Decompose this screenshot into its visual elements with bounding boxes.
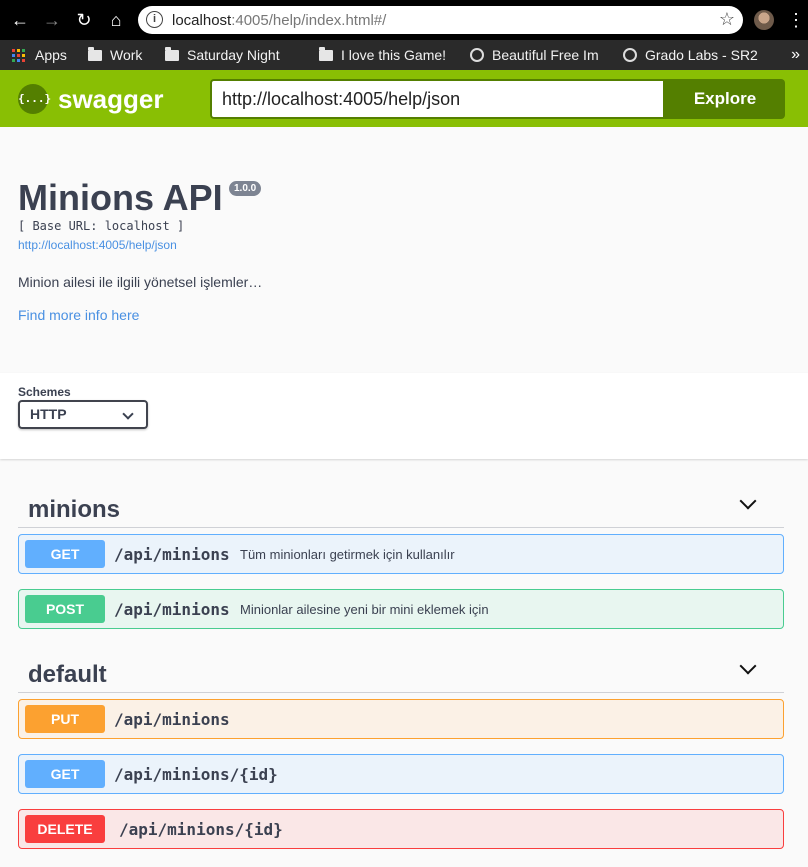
operation-path: /api/minions/{id} bbox=[119, 820, 283, 839]
method-badge: DELETE bbox=[25, 815, 105, 843]
bookmark-label: Saturday Night bbox=[187, 47, 280, 63]
tag-default[interactable]: default bbox=[18, 653, 784, 693]
bookmark-saturday-night[interactable]: Saturday Night bbox=[165, 45, 305, 65]
api-info: Minions API 1.0.0 [ Base URL: localhost … bbox=[0, 127, 808, 373]
spec-link[interactable]: http://localhost:4005/help/json bbox=[18, 238, 177, 252]
base-url: [ Base URL: localhost ] bbox=[18, 219, 185, 233]
bookmarks-overflow-icon[interactable]: » bbox=[791, 45, 800, 65]
schemes-panel: Schemes HTTP bbox=[0, 373, 808, 459]
schemes-label: Schemes bbox=[18, 385, 71, 399]
spec-url-input[interactable]: http://localhost:4005/help/json bbox=[210, 79, 665, 119]
method-badge: GET bbox=[25, 540, 105, 568]
address-bar[interactable]: i localhost:4005/help/index.html#/ ☆ bbox=[138, 6, 743, 34]
chevron-down-icon[interactable] bbox=[739, 657, 757, 675]
bookmarks-bar: Apps Work Saturday Night I love this Gam… bbox=[0, 40, 808, 70]
tag-title: minions bbox=[28, 496, 121, 523]
bookmark-apps[interactable]: Apps bbox=[12, 45, 67, 65]
api-title: Minions API bbox=[18, 177, 223, 218]
bookmark-i-love-this-game[interactable]: I love this Game! bbox=[319, 45, 446, 65]
operation-summary: Tüm minionları getirmek için kullanılır bbox=[240, 547, 455, 562]
forward-icon[interactable]: → bbox=[40, 8, 64, 32]
browser-toolbar: ← → ↻ ⌂ i localhost:4005/help/index.html… bbox=[0, 0, 808, 40]
swagger-logo-icon: {...} bbox=[18, 84, 51, 114]
bookmark-label: Apps bbox=[35, 47, 67, 63]
operation-post-minions[interactable]: POST /api/minions Minionlar ailesine yen… bbox=[18, 589, 784, 629]
swagger-logo[interactable]: {...} swagger bbox=[18, 84, 164, 114]
bookmark-label: Grado Labs - SR2 bbox=[645, 47, 758, 63]
method-badge: PUT bbox=[25, 705, 105, 733]
more-info-link[interactable]: Find more info here bbox=[18, 307, 139, 323]
folder-icon bbox=[88, 47, 102, 61]
folder-icon bbox=[319, 47, 333, 61]
operation-put-minions[interactable]: PUT /api/minions bbox=[18, 699, 784, 739]
api-description: Minion ailesi ile ilgili yönetsel işleml… bbox=[18, 274, 263, 290]
home-icon[interactable]: ⌂ bbox=[104, 8, 128, 32]
chevron-down-icon[interactable] bbox=[739, 492, 757, 510]
method-badge: POST bbox=[25, 595, 105, 623]
apps-grid-icon bbox=[12, 49, 25, 62]
camera-icon bbox=[470, 48, 484, 62]
url-path: :4005/help/index.html#/ bbox=[231, 12, 387, 29]
browser-menu-icon[interactable]: ⋮ bbox=[787, 8, 805, 32]
swagger-topbar: {...} swagger http://localhost:4005/help… bbox=[0, 70, 808, 127]
site-info-icon[interactable]: i bbox=[146, 11, 163, 28]
operation-get-minion-by-id[interactable]: GET /api/minions/{id} bbox=[18, 754, 784, 794]
bookmark-beautiful-free[interactable]: Beautiful Free Im bbox=[470, 45, 610, 65]
browser-chrome: ← → ↻ ⌂ i localhost:4005/help/index.html… bbox=[0, 0, 808, 70]
tag-title: default bbox=[28, 661, 107, 688]
method-badge: GET bbox=[25, 760, 105, 788]
address-url[interactable]: localhost:4005/help/index.html#/ bbox=[172, 12, 386, 29]
operation-path: /api/minions bbox=[114, 710, 230, 729]
scheme-selected-value: HTTP bbox=[30, 406, 67, 422]
scheme-select[interactable]: HTTP bbox=[18, 400, 148, 429]
operation-path: /api/minions bbox=[114, 600, 230, 619]
globe-icon bbox=[623, 48, 637, 62]
swagger-brand: swagger bbox=[58, 83, 164, 114]
operation-path: /api/minions bbox=[114, 545, 230, 564]
bookmark-grado-labs[interactable]: Grado Labs - SR2 bbox=[623, 45, 763, 65]
folder-icon bbox=[165, 47, 179, 61]
bookmark-star-icon[interactable]: ☆ bbox=[719, 9, 735, 30]
bookmark-work[interactable]: Work bbox=[88, 45, 142, 65]
bookmark-label: Work bbox=[110, 47, 143, 63]
operation-summary: Minionlar ailesine yeni bir mini eklemek… bbox=[240, 602, 489, 617]
version-badge: 1.0.0 bbox=[229, 181, 262, 196]
bookmark-label: I love this Game! bbox=[341, 47, 447, 63]
back-icon[interactable]: ← bbox=[8, 8, 32, 32]
reload-icon[interactable]: ↻ bbox=[72, 8, 96, 32]
bookmark-label: Beautiful Free Im bbox=[492, 47, 599, 63]
chevron-down-icon bbox=[122, 408, 134, 420]
profile-avatar[interactable] bbox=[754, 10, 774, 30]
explore-button[interactable]: Explore bbox=[665, 79, 785, 119]
operation-delete-minion-by-id[interactable]: DELETE /api/minions/{id} bbox=[18, 809, 784, 849]
operation-path: /api/minions/{id} bbox=[114, 765, 278, 784]
operation-get-minions[interactable]: GET /api/minions Tüm minionları getirmek… bbox=[18, 534, 784, 574]
tag-minions[interactable]: minions bbox=[18, 488, 784, 528]
url-host: localhost bbox=[172, 12, 232, 29]
